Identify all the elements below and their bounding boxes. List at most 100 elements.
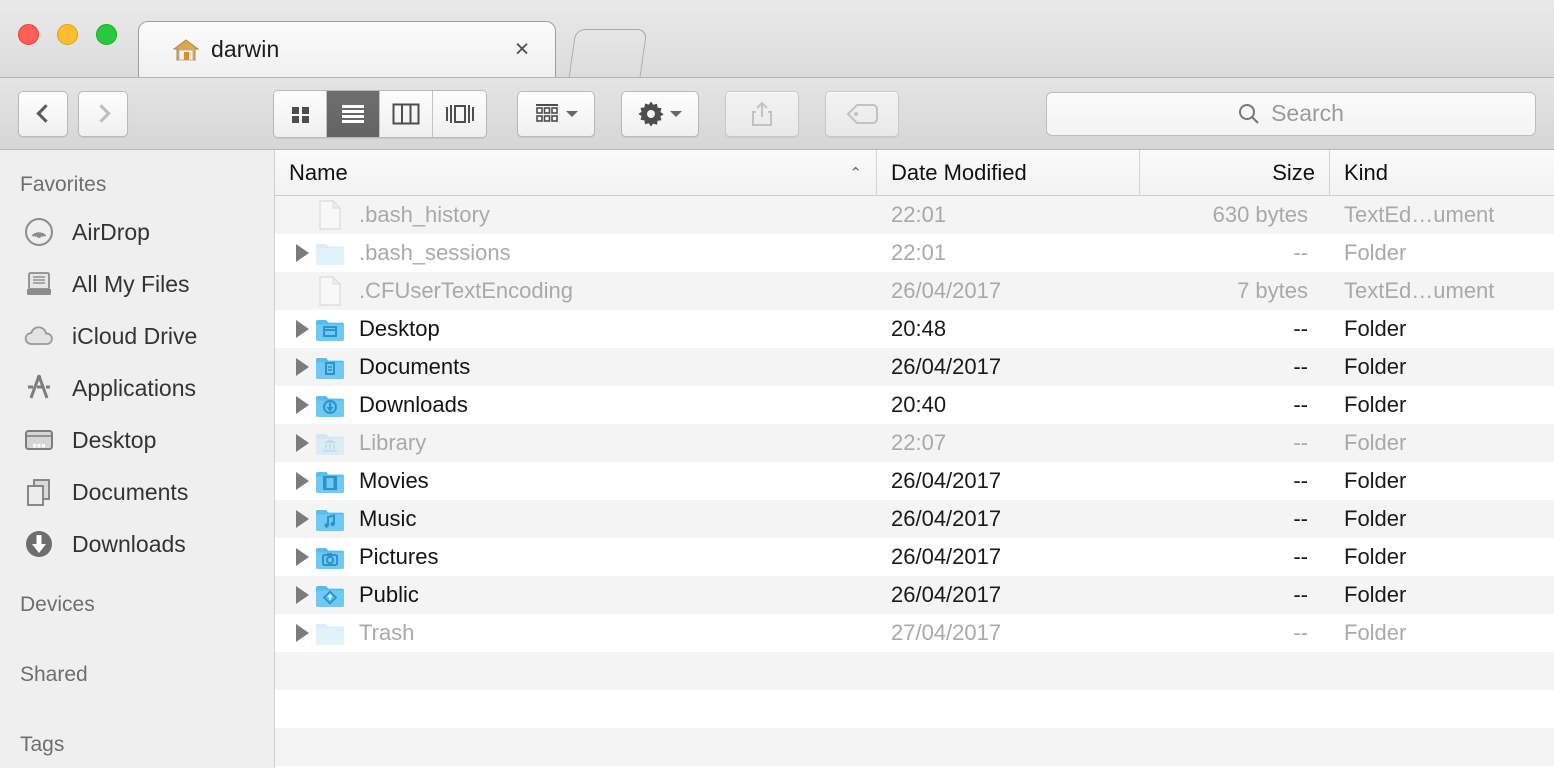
tab-darwin[interactable]: darwin × (138, 21, 556, 77)
file-size: -- (1293, 430, 1308, 455)
disclosure-triangle-icon[interactable] (289, 244, 315, 262)
view-mode-segmented-control (273, 89, 487, 138)
file-size: -- (1293, 240, 1308, 265)
sidebar-item-documents[interactable]: Documents (0, 466, 274, 518)
file-name: .bash_sessions (359, 240, 511, 265)
table-row[interactable]: .CFUserTextEncoding 26/04/2017 7 bytes Text… (275, 272, 1554, 310)
disclosure-triangle-icon[interactable] (289, 434, 315, 452)
icon-view-button[interactable] (274, 90, 327, 137)
file-size: -- (1293, 544, 1308, 569)
share-button[interactable] (725, 90, 799, 137)
file-kind: Folder (1344, 240, 1407, 265)
file-kind: TextEd…ument (1344, 202, 1495, 227)
table-row[interactable]: Public 26/04/2017 -- Folder (275, 576, 1554, 614)
gear-icon (638, 101, 664, 126)
file-name: Downloads (359, 392, 468, 417)
file-name: .bash_history (359, 202, 490, 227)
folder-desktop-icon (315, 314, 345, 344)
table-row[interactable]: Movies 26/04/2017 -- Folder (275, 462, 1554, 500)
search-field[interactable]: Search (1046, 91, 1536, 136)
sidebar-item-desktop[interactable]: Desktop (0, 414, 274, 466)
disclosure-triangle-icon[interactable] (289, 510, 315, 528)
file-name: Pictures (359, 544, 439, 569)
search-icon (1239, 103, 1259, 124)
folder-movies-icon (315, 466, 345, 496)
sidebar-item-icloud-drive[interactable]: iCloud Drive (0, 310, 274, 362)
navigation-buttons (18, 90, 128, 137)
arrange-grid-icon (536, 103, 558, 122)
disclosure-triangle-icon[interactable] (289, 472, 315, 490)
file-kind: Folder (1344, 316, 1407, 341)
table-row[interactable]: .bash_sessions 22:01 -- Folder (275, 234, 1554, 272)
coverflow-view-button[interactable] (433, 90, 486, 137)
folder-downloads-icon (315, 390, 345, 420)
file-size: -- (1293, 506, 1308, 531)
table-row[interactable]: Trash 27/04/2017 -- Folder (275, 614, 1554, 652)
list-view-button[interactable] (327, 90, 380, 137)
close-window-button[interactable] (18, 24, 39, 45)
sidebar-item-airdrop[interactable]: AirDrop (0, 206, 274, 258)
table-row[interactable]: Downloads 20:40 -- Folder (275, 386, 1554, 424)
column-header-date-modified[interactable]: Date Modified (877, 150, 1140, 195)
sidebar-item-label: iCloud Drive (72, 322, 198, 349)
window-body: Favorites AirDrop All My Files iCloud Dr… (0, 150, 1554, 768)
column-header-label: Name (289, 159, 348, 185)
column-view-button[interactable] (380, 90, 433, 137)
file-date-modified: 22:01 (891, 202, 947, 227)
forward-button[interactable] (78, 90, 128, 137)
table-row[interactable]: Desktop 20:48 -- Folder (275, 310, 1554, 348)
column-header-label: Date Modified (891, 159, 1027, 185)
disclosure-triangle-icon[interactable] (289, 358, 315, 376)
table-row[interactable]: Library 22:07 -- Folder (275, 424, 1554, 462)
folder-documents-icon (315, 352, 345, 382)
file-kind: Folder (1344, 620, 1407, 645)
sidebar-item-label: Documents (72, 478, 189, 505)
arrange-by-button[interactable] (517, 90, 595, 137)
file-kind: Folder (1344, 582, 1407, 607)
table-row[interactable]: Music 26/04/2017 -- Folder (275, 500, 1554, 538)
file-kind: Folder (1344, 506, 1407, 531)
sidebar-header-devices: Devices (20, 593, 95, 616)
file-size: -- (1293, 582, 1308, 607)
zoom-window-button[interactable] (96, 24, 117, 45)
file-date-modified: 22:07 (891, 430, 947, 455)
disclosure-triangle-icon[interactable] (289, 320, 315, 338)
sidebar-item-downloads[interactable]: Downloads (0, 518, 274, 570)
empty-row (275, 728, 1554, 766)
back-button[interactable] (18, 90, 68, 137)
minimize-window-button[interactable] (57, 24, 78, 45)
file-kind: Folder (1344, 468, 1407, 493)
folder-music-icon (315, 504, 345, 534)
folder-library-icon (315, 428, 345, 458)
home-icon (172, 38, 200, 62)
column-header-size[interactable]: Size (1140, 150, 1330, 195)
close-icon[interactable]: × (511, 37, 533, 62)
table-row[interactable]: Pictures 26/04/2017 -- Folder (275, 538, 1554, 576)
disclosure-triangle-icon[interactable] (289, 586, 315, 604)
action-menu-button[interactable] (621, 90, 699, 137)
tab-title: darwin (211, 36, 280, 62)
icloud-icon (22, 319, 56, 353)
file-size: -- (1293, 468, 1308, 493)
finder-window: darwin × Search Favorites AirDrop All My… (0, 0, 1554, 768)
file-date-modified: 26/04/2017 (891, 354, 1002, 379)
documents-icon (22, 475, 56, 509)
chevron-right-icon (91, 104, 111, 123)
sidebar-item-all-my-files[interactable]: All My Files (0, 258, 274, 310)
all-my-files-icon (22, 267, 56, 301)
sidebar-item-applications[interactable]: Applications (0, 362, 274, 414)
tab-new-placeholder[interactable] (568, 29, 648, 77)
table-row[interactable]: Documents 26/04/2017 -- Folder (275, 348, 1554, 386)
table-row[interactable]: .bash_history 22:01 630 bytes TextEd…ument (275, 196, 1554, 234)
edit-tags-button[interactable] (825, 90, 899, 137)
disclosure-triangle-icon[interactable] (289, 624, 315, 642)
folder-pictures-icon (315, 542, 345, 572)
file-name: Desktop (359, 316, 440, 341)
file-date-modified: 26/04/2017 (891, 468, 1002, 493)
sidebar-header-shared: Shared (20, 663, 88, 686)
disclosure-triangle-icon[interactable] (289, 548, 315, 566)
column-header-name[interactable]: Name ⌃ (275, 150, 877, 195)
file-size: 7 bytes (1237, 278, 1308, 303)
disclosure-triangle-icon[interactable] (289, 396, 315, 414)
column-header-kind[interactable]: Kind (1330, 150, 1554, 195)
